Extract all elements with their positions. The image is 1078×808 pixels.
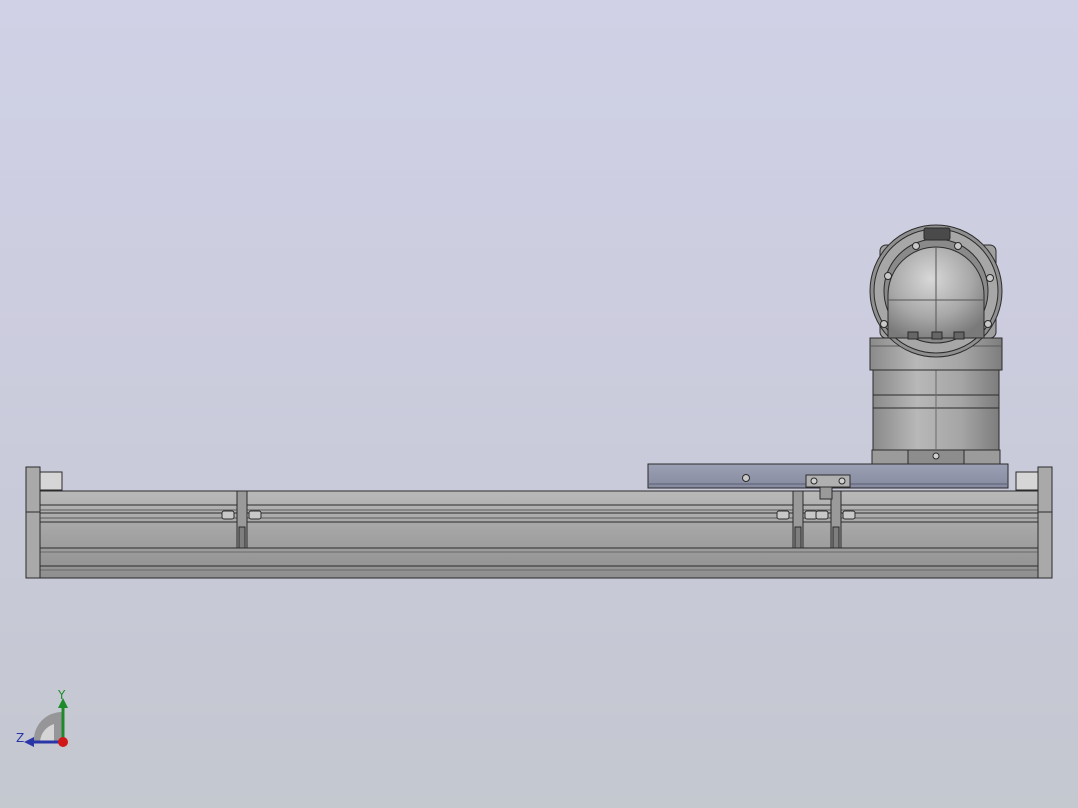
servo-motor[interactable] [869,224,1003,465]
z-axis-label: Z [16,731,25,745]
x-axis-dot [58,737,68,747]
linear-rail[interactable] [37,490,1039,579]
coordinate-triad: Y Z [10,684,82,756]
sensor-bracket-left[interactable] [236,490,248,549]
cad-model[interactable] [0,0,1078,808]
sensor-bracket-mid[interactable] [792,490,804,549]
triad-arrows [24,698,68,747]
sensor-bracket-right[interactable] [830,490,842,549]
y-axis-label: Y [58,688,66,702]
graphics-viewport[interactable]: Y Z [0,0,1078,808]
